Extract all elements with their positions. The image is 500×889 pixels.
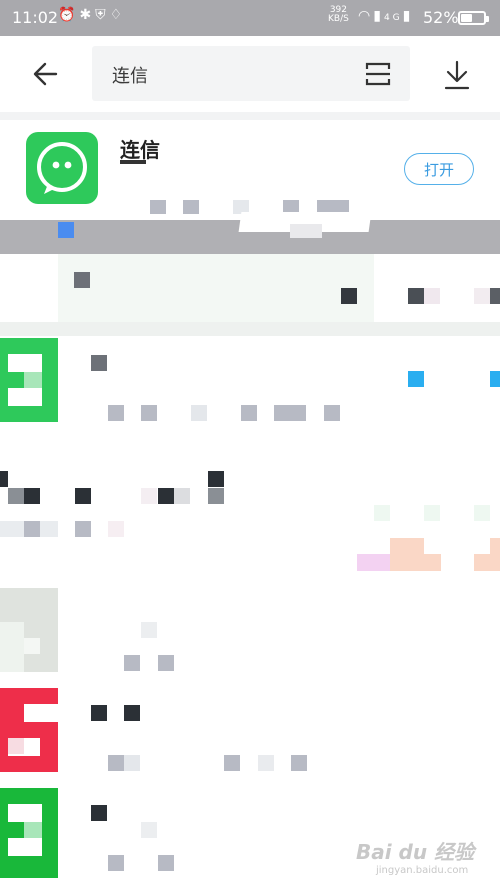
chat-bubble-icon[interactable] (26, 132, 98, 204)
alarm-icon: ⏰ (58, 7, 80, 23)
pixel-block (183, 200, 199, 214)
pixel-block (58, 222, 74, 238)
battery-icon (458, 11, 489, 25)
pixel-block (474, 288, 490, 304)
signal-icon: ▮ (402, 8, 414, 24)
pixel-block (490, 288, 500, 304)
pixel-block (341, 288, 357, 304)
status-left-icons: ⏰✱⛨♢ (58, 7, 126, 23)
signal-icon: ▮ (373, 8, 384, 24)
baidu-watermark: Bai du 经验 jingyan.baidu.com (356, 836, 496, 886)
header-divider (0, 112, 500, 120)
list-item-icon[interactable] (0, 688, 58, 772)
net-speed: 392 KB/S (328, 6, 349, 24)
watermark-subtext: jingyan.baidu.com (376, 865, 469, 876)
battery-percent: 52% (423, 8, 459, 27)
pixel-block (241, 405, 257, 421)
app-name: 连信 (120, 138, 160, 162)
net-speed-unit: KB/S (328, 14, 349, 24)
list-item-icon[interactable] (0, 788, 58, 878)
pixelated-section (0, 254, 500, 322)
highlight-card (58, 254, 374, 322)
list-item-icon[interactable] (0, 588, 58, 672)
app-subtitle-redacted (120, 160, 146, 164)
status-bar: 11:02 ⏰✱⛨♢ 392 KB/S ◠▮4G▮ 52% (0, 0, 500, 36)
open-button[interactable]: 打开 (404, 153, 474, 185)
pixel-block (74, 272, 90, 288)
pixel-block (91, 355, 107, 371)
pixel-block (408, 371, 424, 387)
pixel-block (150, 200, 166, 214)
bluetooth-icon: ✱ (79, 7, 96, 23)
search-input[interactable]: 连信 (92, 46, 410, 101)
watermark-text: Bai du 经验 (356, 840, 475, 864)
pixel-block (141, 405, 157, 421)
pixel-block (108, 405, 124, 421)
battery-fill (461, 14, 472, 22)
pixel-block (290, 224, 322, 238)
list-item-icon[interactable] (0, 338, 58, 422)
pixel-block (408, 288, 424, 304)
pixel-block (191, 405, 207, 421)
pixel-block (424, 288, 440, 304)
status-time: 11:02 (12, 8, 59, 27)
wifi-icon: ◠ (358, 8, 374, 24)
status-signal: ◠▮4G▮ (358, 8, 413, 24)
section-separator (0, 322, 500, 336)
shield-icon: ⛨ (95, 7, 110, 23)
pixel-block (274, 405, 306, 421)
download-icon[interactable] (442, 58, 472, 92)
back-arrow-icon[interactable] (28, 56, 64, 92)
signal-label: 4G (383, 13, 403, 23)
pixelated-band (0, 212, 500, 254)
app-result-card[interactable]: 连信 打开 (0, 120, 500, 220)
search-header: 连信 (0, 36, 500, 112)
qq-icon: ♢ (109, 7, 127, 23)
pixel-block (324, 405, 340, 421)
pixel-block (490, 371, 500, 387)
search-query: 连信 (112, 66, 148, 87)
scan-icon[interactable] (364, 60, 392, 88)
